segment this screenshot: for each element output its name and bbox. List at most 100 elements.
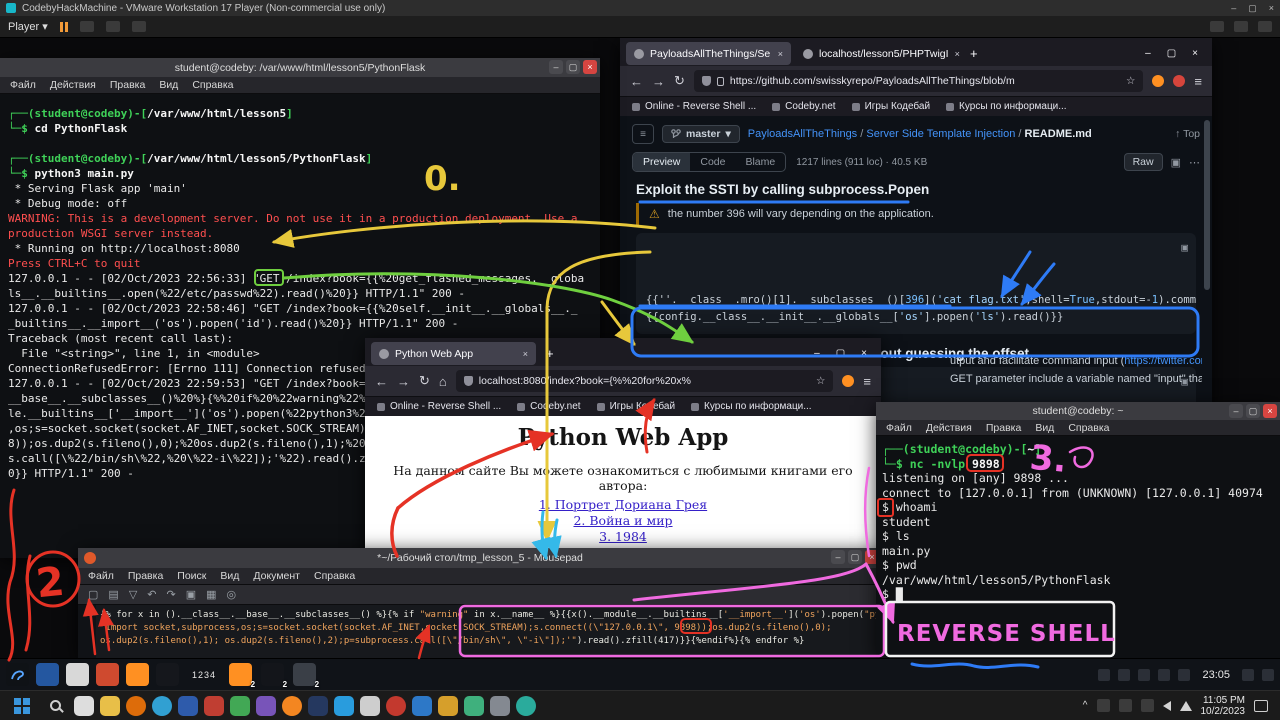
close-icon[interactable]: ×	[583, 60, 597, 74]
telegram-icon[interactable]	[152, 696, 172, 716]
toolbar-icon[interactable]: ▢	[88, 588, 98, 601]
toolbar-icon[interactable]: ▽	[129, 588, 137, 601]
close-icon[interactable]: ×	[861, 348, 867, 359]
mousepad-icon[interactable]: 2	[293, 663, 316, 686]
menu-item[interactable]: Документ	[253, 570, 300, 582]
menu-item[interactable]: Файл	[886, 422, 912, 434]
minimize-icon[interactable]: –	[1231, 3, 1236, 14]
notification-center-icon[interactable]	[1254, 700, 1268, 712]
forward-icon[interactable]: →	[397, 374, 410, 389]
tab-localhost-phptwig[interactable]: localhost/lesson5/PHPTwigI ×	[795, 42, 960, 65]
start-button[interactable]	[14, 698, 30, 714]
maximize-icon[interactable]: ▢	[848, 550, 862, 564]
menu-item[interactable]: Вид	[1035, 422, 1054, 434]
tray-icon[interactable]	[1141, 699, 1154, 712]
notifications-icon[interactable]	[1242, 669, 1254, 681]
extension-icon[interactable]	[842, 375, 854, 387]
workspace-switcher[interactable]: 1234	[192, 670, 216, 680]
pinned-app-icon[interactable]	[360, 696, 380, 716]
close-icon[interactable]: ×	[1269, 3, 1274, 14]
minimize-icon[interactable]: –	[814, 348, 820, 359]
back-icon[interactable]: ←	[375, 374, 388, 389]
twitter-link[interactable]: https://twitter.com/SecGus	[1124, 355, 1202, 367]
menu-item[interactable]: Справка	[1068, 422, 1109, 434]
menu-item[interactable]: Поиск	[177, 570, 206, 582]
volume-icon[interactable]	[1158, 669, 1170, 681]
close-icon[interactable]: ×	[1263, 404, 1277, 418]
menu-item[interactable]: Действия	[50, 79, 96, 91]
bookmark-item[interactable]: Курсы по информаци...	[946, 101, 1067, 112]
forward-icon[interactable]: →	[652, 74, 665, 89]
maximize-icon[interactable]: ▢	[836, 348, 845, 359]
book-link[interactable]: 2. Война и мир	[375, 513, 871, 529]
pinned-app-icon[interactable]	[178, 696, 198, 716]
pinned-app-icon[interactable]	[230, 696, 250, 716]
host-clock[interactable]: 11:05 PM 10/2/2023	[1201, 695, 1246, 717]
terminal-icon[interactable]	[156, 663, 179, 686]
tray-icon[interactable]	[1097, 699, 1110, 712]
raw-button[interactable]: Raw	[1124, 153, 1163, 171]
scrollbar[interactable]	[1204, 120, 1210, 290]
browser-icon[interactable]	[126, 696, 146, 716]
close-icon[interactable]: ×	[1192, 48, 1198, 59]
bookmark-item[interactable]: Игры Кодебай	[597, 401, 675, 412]
menu-item[interactable]: Справка	[192, 79, 233, 91]
ctrl-alt-del-icon[interactable]	[80, 21, 94, 32]
bookmark-item[interactable]: Codeby.net	[517, 401, 580, 412]
maximize-icon[interactable]: ▢	[566, 60, 580, 74]
url-bar[interactable]: localhost:8080/index?book={%%20for%20x% …	[456, 370, 834, 392]
app-icon[interactable]	[36, 663, 59, 686]
more-options-icon[interactable]: ⋯	[1189, 156, 1200, 169]
mousepad-icon[interactable]	[96, 663, 119, 686]
bookmark-item[interactable]: Курсы по информаци...	[691, 401, 812, 412]
file-tab-preview[interactable]: Preview	[633, 153, 690, 171]
pinned-app-icon[interactable]	[438, 696, 458, 716]
bookmark-star-icon[interactable]: ☆	[816, 375, 825, 387]
bookmark-item[interactable]: Online - Reverse Shell ...	[377, 401, 501, 412]
menu-item[interactable]: Вид	[159, 79, 178, 91]
pinned-app-icon[interactable]	[256, 696, 276, 716]
toolbar-icon[interactable]: ◎	[227, 588, 237, 601]
kali-menu-icon[interactable]	[6, 663, 29, 686]
reload-icon[interactable]: ↻	[419, 373, 430, 389]
book-link[interactable]: 1. Портрет Дориана Грея	[375, 497, 871, 513]
book-link[interactable]: 3. 1984	[375, 529, 871, 545]
pinned-app-icon[interactable]	[412, 696, 432, 716]
tab-python-web-app[interactable]: Python Web App ×	[371, 342, 536, 365]
toolbar-icon[interactable]: ▣	[186, 588, 196, 601]
player-menu[interactable]: Player ▾	[8, 20, 48, 33]
pinned-app-icon[interactable]	[204, 696, 224, 716]
maximize-icon[interactable]: ▢	[1167, 48, 1176, 59]
volume-icon[interactable]	[1163, 701, 1171, 711]
edge-icon[interactable]	[516, 696, 536, 716]
minimize-icon[interactable]: –	[1229, 404, 1243, 418]
new-tab-button[interactable]: +	[540, 346, 560, 361]
maximize-icon[interactable]: ▢	[1248, 3, 1257, 14]
fullscreen-icon[interactable]	[1234, 21, 1248, 32]
bookmark-item[interactable]: Codeby.net	[772, 101, 835, 112]
terminal-output[interactable]: ┌──(student@codeby)-[~]└─$ nc -nvlp 9898…	[876, 436, 1280, 658]
window-titlebar[interactable]: student@codeby: /var/www/html/lesson5/Py…	[0, 58, 600, 77]
pinned-app-icon[interactable]	[464, 696, 484, 716]
file-explorer-icon[interactable]	[100, 696, 120, 716]
back-icon[interactable]: ←	[630, 74, 643, 89]
snapshot-icon[interactable]	[106, 21, 120, 32]
url-bar[interactable]: https://github.com/swisskyrepo/PayloadsA…	[694, 70, 1144, 92]
bookmark-item[interactable]: Игры Кодебай	[852, 101, 930, 112]
bookmark-star-icon[interactable]: ☆	[1126, 75, 1135, 87]
toolbar-icon[interactable]: ▦	[206, 588, 216, 601]
tray-icon[interactable]	[1098, 669, 1110, 681]
toolbar-icon[interactable]: ↷	[167, 588, 176, 601]
toolbar-icon[interactable]: ↶	[147, 588, 156, 601]
firefox-icon[interactable]: 2	[229, 663, 252, 686]
breadcrumb-link[interactable]: Server Side Template Injection	[866, 128, 1015, 140]
sidebar-toggle-icon[interactable]: ≡	[632, 124, 654, 144]
new-tab-button[interactable]: +	[964, 46, 984, 61]
branch-selector[interactable]: master ▾	[662, 125, 740, 143]
tab-payloadsallthethings[interactable]: PayloadsAllTheThings/Se ×	[626, 42, 791, 65]
minimize-icon[interactable]: –	[549, 60, 563, 74]
menu-item[interactable]: Действия	[926, 422, 972, 434]
pinned-app-icon[interactable]	[308, 696, 328, 716]
breadcrumb-link[interactable]: PayloadsAllTheThings	[748, 128, 857, 140]
network-icon[interactable]	[1138, 669, 1150, 681]
